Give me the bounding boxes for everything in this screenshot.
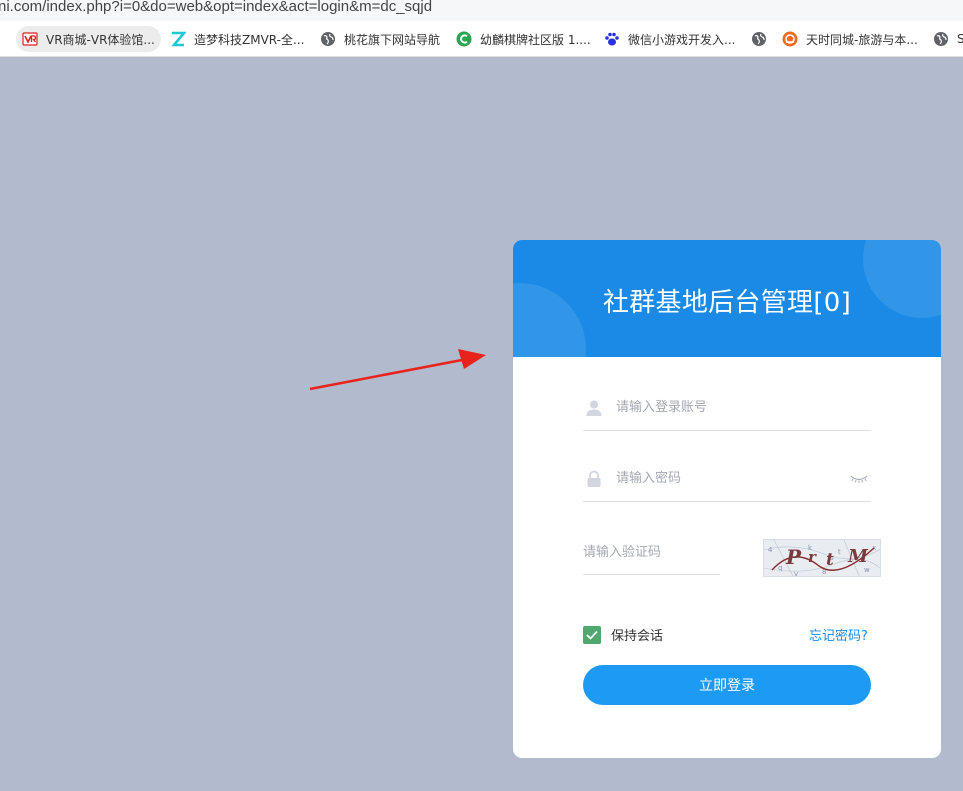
username-input[interactable] (616, 392, 871, 423)
lock-icon (585, 470, 603, 488)
eye-closed-icon[interactable] (849, 471, 869, 485)
remember-session[interactable]: 保持会话 (583, 625, 663, 644)
forgot-password-link[interactable]: 忘记密码? (809, 625, 868, 644)
svg-text:t: t (838, 548, 841, 556)
svg-text:q: q (778, 564, 782, 572)
username-field (583, 385, 871, 431)
svg-text:P: P (785, 545, 802, 569)
captcha-image[interactable]: 4qk 8tw xvs P r t M (763, 539, 881, 577)
svg-text:x: x (872, 544, 876, 552)
checkbox-checked-icon[interactable] (583, 625, 601, 644)
password-input[interactable] (616, 463, 871, 494)
login-header: 社群基地后台管理[0] (513, 240, 941, 357)
svg-text:v: v (794, 570, 798, 577)
user-icon (585, 399, 603, 417)
svg-text:w: w (864, 566, 870, 574)
login-card: 社群基地后台管理[0] 4qk 8tw x (513, 240, 941, 758)
remember-label: 保持会话 (611, 629, 664, 644)
svg-text:t: t (826, 550, 834, 570)
svg-text:4: 4 (768, 546, 773, 554)
svg-text:M: M (847, 546, 869, 567)
captcha-field (583, 530, 753, 575)
password-field (583, 456, 871, 502)
login-title: 社群基地后台管理[0] (602, 288, 852, 318)
svg-text:r: r (808, 548, 817, 566)
login-button[interactable]: 立即登录 (583, 665, 871, 705)
captcha-input[interactable] (583, 537, 753, 567)
